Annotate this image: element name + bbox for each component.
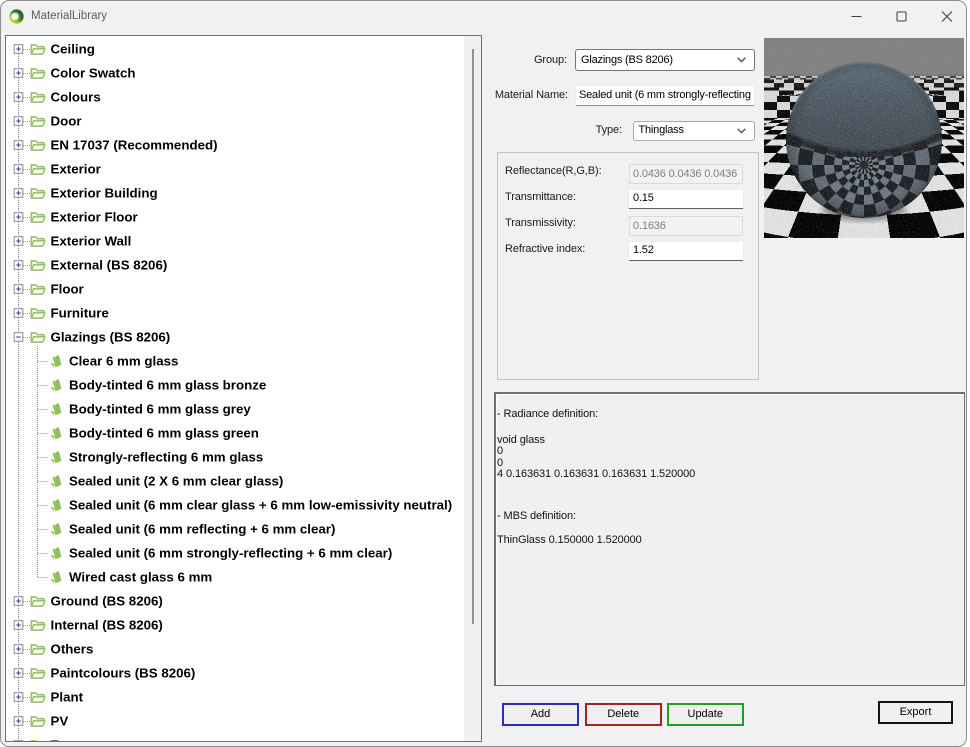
svg-text:EN 17037 (Recommended): EN 17037 (Recommended) bbox=[51, 138, 218, 153]
svg-text:Wired cast glass 6 mm: Wired cast glass 6 mm bbox=[69, 570, 212, 585]
svg-text:Exterior Building: Exterior Building bbox=[51, 186, 158, 201]
svg-text:Ground (BS 8206): Ground (BS 8206) bbox=[51, 594, 163, 609]
svg-text:Strongly-reflecting 6 mm glass: Strongly-reflecting 6 mm glass bbox=[69, 450, 263, 465]
svg-text:Ceiling: Ceiling bbox=[51, 42, 95, 57]
svg-text:Sealed unit (6 mm clear glass: Sealed unit (6 mm clear glass + 6 mm low… bbox=[69, 498, 452, 513]
svg-text:Exterior: Exterior bbox=[51, 162, 101, 177]
svg-text:T: T bbox=[51, 738, 59, 743]
svg-text:Plant: Plant bbox=[51, 690, 84, 705]
svg-text:Sealed unit (2 X 6 mm clear gl: Sealed unit (2 X 6 mm clear glass) bbox=[69, 474, 283, 489]
svg-text:Internal (BS 8206): Internal (BS 8206) bbox=[51, 618, 163, 633]
svg-text:Others: Others bbox=[51, 642, 94, 657]
svg-text:Clear 6 mm glass: Clear 6 mm glass bbox=[69, 354, 178, 369]
svg-text:Exterior Floor: Exterior Floor bbox=[51, 210, 138, 225]
svg-text:Sealed unit (6 mm reflecting +: Sealed unit (6 mm reflecting + 6 mm clea… bbox=[69, 522, 335, 537]
svg-text:Exterior Wall: Exterior Wall bbox=[51, 234, 132, 249]
svg-text:External (BS 8206): External (BS 8206) bbox=[51, 258, 168, 273]
svg-text:Paintcolours (BS 8206): Paintcolours (BS 8206) bbox=[51, 666, 196, 681]
svg-text:Color Swatch: Color Swatch bbox=[51, 66, 136, 81]
svg-text:PV: PV bbox=[51, 714, 69, 729]
svg-text:Floor: Floor bbox=[51, 282, 84, 297]
svg-text:Door: Door bbox=[51, 114, 82, 129]
svg-text:Colours: Colours bbox=[51, 90, 101, 105]
svg-text:Furniture: Furniture bbox=[51, 306, 109, 321]
svg-text:Glazings (BS 8206): Glazings (BS 8206) bbox=[51, 330, 171, 345]
svg-text:Body-tinted 6 mm glass grey: Body-tinted 6 mm glass grey bbox=[69, 402, 251, 417]
svg-text:Sealed unit (6 mm strongly-ref: Sealed unit (6 mm strongly-reflecting + … bbox=[69, 546, 392, 561]
svg-text:Body-tinted 6 mm glass green: Body-tinted 6 mm glass green bbox=[69, 426, 259, 441]
svg-text:Body-tinted 6 mm glass bronze: Body-tinted 6 mm glass bronze bbox=[69, 378, 266, 393]
